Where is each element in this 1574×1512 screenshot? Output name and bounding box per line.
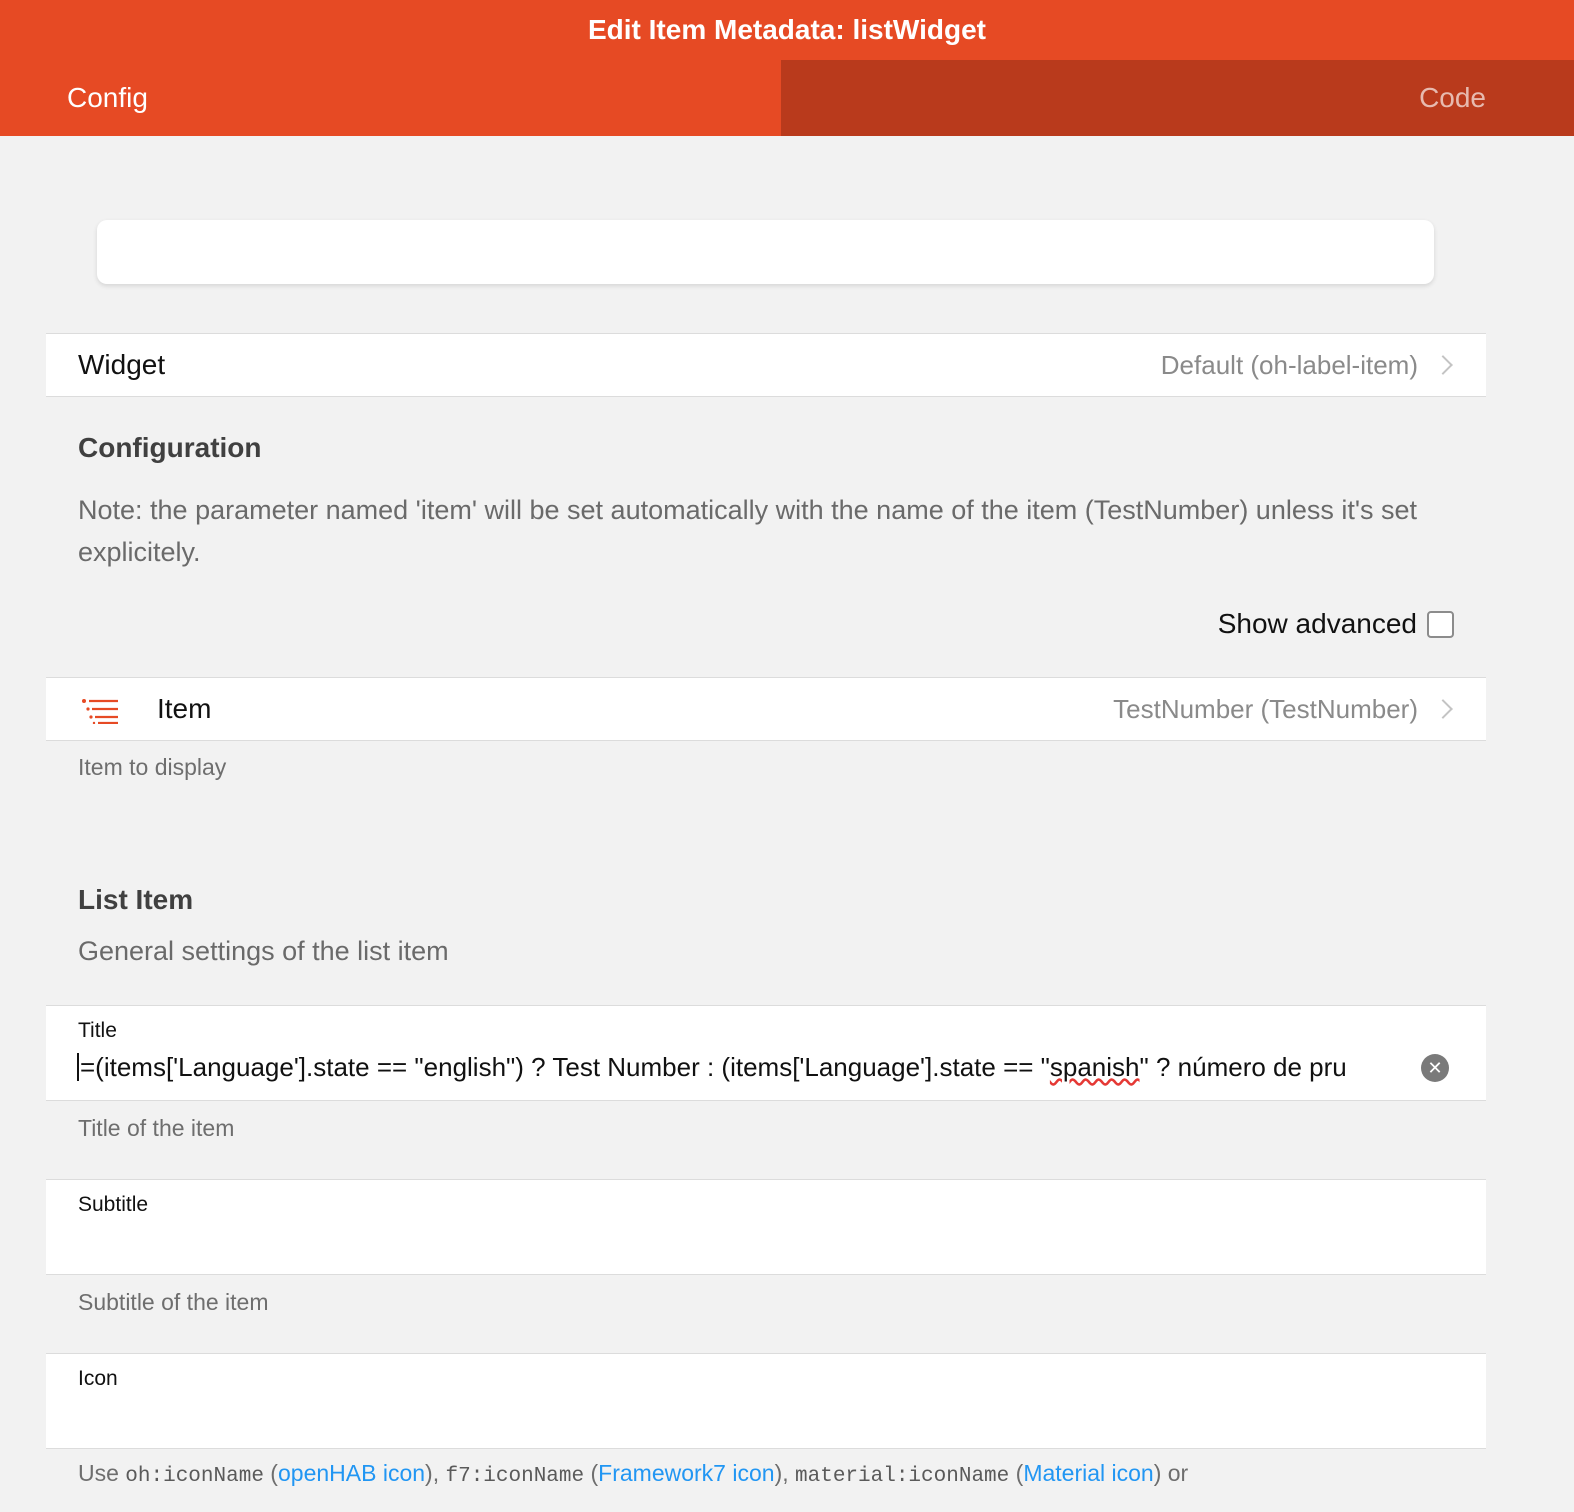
configuration-note: Note: the parameter named 'item' will be… <box>78 495 1418 567</box>
help-text: ) or <box>1153 1460 1189 1486</box>
navbar: Edit Item Metadata: listWidget <box>0 0 1574 60</box>
help-text: ), <box>774 1460 796 1486</box>
item-selector[interactable]: Item TestNumber (TestNumber) <box>46 677 1486 741</box>
code-f7: f7:iconName <box>445 1465 585 1488</box>
code-material: material:iconName <box>795 1465 1010 1488</box>
subtitle-input[interactable] <box>77 1226 1432 1264</box>
item-description: Item to display <box>78 754 227 780</box>
icon-input[interactable] <box>77 1400 1432 1438</box>
title-field-label: Title <box>78 1019 117 1042</box>
clear-icon[interactable]: ✕ <box>1421 1054 1449 1082</box>
list-icon <box>82 699 118 724</box>
icon-help-text: Use oh:iconName (openHAB icon), f7:iconN… <box>78 1460 1188 1488</box>
subtitle-field-row: Subtitle <box>46 1179 1486 1275</box>
list-item-title: List Item <box>78 884 194 915</box>
tab-bar: Config Code <box>0 60 1574 136</box>
widget-selector[interactable]: Widget Default (oh-label-item) <box>46 333 1486 397</box>
icon-field-row: Icon <box>46 1353 1486 1449</box>
title-value-start: =(items['Language'].state == "english") … <box>80 1052 1050 1082</box>
tab-code[interactable]: Code <box>781 60 1574 136</box>
tab-config-label: Config <box>67 82 148 113</box>
chevron-right-icon <box>1433 699 1453 719</box>
help-text: ), <box>425 1460 446 1486</box>
tab-config[interactable]: Config <box>0 60 781 136</box>
subtitle-field-label: Subtitle <box>78 1193 149 1216</box>
subtitle-description: Subtitle of the item <box>78 1289 269 1315</box>
icon-field-label: Icon <box>78 1367 118 1390</box>
item-value: TestNumber (TestNumber) <box>1113 693 1418 724</box>
title-field-row: Title =(items['Language'].state == "engl… <box>46 1005 1486 1101</box>
tab-code-label: Code <box>1419 82 1486 113</box>
code-oh: oh:iconName <box>125 1465 264 1488</box>
configuration-title: Configuration <box>78 432 262 463</box>
title-description: Title of the item <box>78 1115 235 1141</box>
text-caret <box>77 1053 79 1081</box>
title-input[interactable]: =(items['Language'].state == "english") … <box>77 1052 1432 1090</box>
help-text: Use <box>78 1460 126 1486</box>
widget-label: Widget <box>78 349 166 380</box>
show-advanced-checkbox[interactable] <box>1427 610 1454 638</box>
chevron-right-icon <box>1433 355 1453 375</box>
show-advanced: Show advanced <box>1218 608 1454 640</box>
title-value-end: " ? número de pru <box>1139 1052 1347 1082</box>
item-label: Item <box>157 693 212 724</box>
page-title: Edit Item Metadata: listWidget <box>587 14 986 45</box>
openhab-icon-link[interactable]: openHAB icon <box>278 1460 425 1486</box>
search-input[interactable] <box>97 220 1434 284</box>
help-text: ( <box>584 1460 599 1486</box>
material-icon-link[interactable]: Material icon <box>1023 1460 1153 1486</box>
widget-value: Default (oh-label-item) <box>1160 349 1418 380</box>
list-item-description: General settings of the list item <box>78 936 449 966</box>
title-value-misspelled: spanish <box>1049 1052 1140 1082</box>
help-text: ( <box>263 1460 278 1486</box>
help-text: ( <box>1009 1460 1024 1486</box>
show-advanced-label: Show advanced <box>1217 608 1417 639</box>
framework7-icon-link[interactable]: Framework7 icon <box>598 1460 774 1486</box>
